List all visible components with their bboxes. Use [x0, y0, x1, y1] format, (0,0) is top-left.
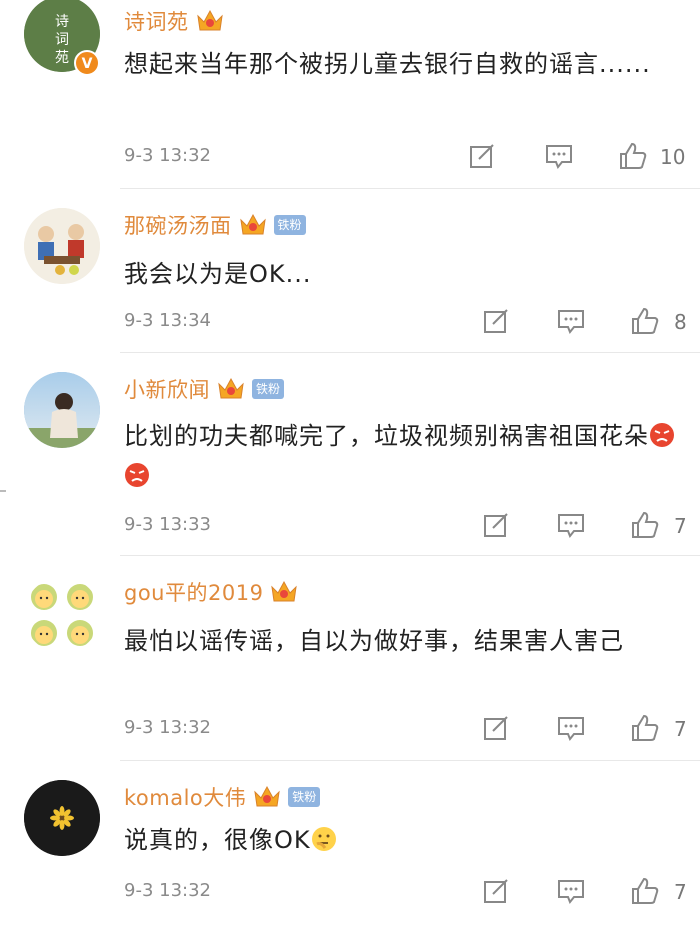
angry-emoji-icon — [650, 423, 674, 447]
like-count: 7 — [674, 717, 687, 741]
thinking-emoji-icon — [311, 827, 336, 851]
comment-time: 9-3 13:34 — [124, 310, 211, 331]
like-icon[interactable] — [630, 876, 660, 906]
comment-text: 说真的，很像OK — [124, 820, 684, 860]
avatar[interactable] — [24, 780, 100, 856]
crown-badge-icon — [239, 213, 266, 235]
comment-time: 9-3 13:32 — [124, 717, 211, 738]
comment-header: gou平的2019 — [124, 577, 299, 607]
verified-icon: V — [74, 50, 100, 76]
comment-text: 我会以为是OK... — [124, 260, 312, 288]
divider — [120, 555, 700, 556]
username[interactable]: gou平的2019 — [124, 577, 263, 607]
comment-actions: 9-3 13:32 10 — [124, 141, 700, 171]
comment-header: komalo大伟 铁粉 — [124, 782, 321, 812]
crown-badge-icon — [271, 580, 298, 602]
avatar[interactable] — [24, 577, 100, 653]
svg-text:苑: 苑 — [55, 50, 69, 66]
comment-text: 最怕以谣传谣，自以为做好事，结果害人害己 — [124, 627, 624, 655]
divider — [120, 760, 700, 761]
fan-badge: 铁粉 — [288, 787, 321, 807]
reply-icon[interactable] — [556, 306, 586, 336]
comment-time: 9-3 13:32 — [124, 880, 211, 901]
fan-badge: 铁粉 — [252, 379, 285, 399]
like-count: 7 — [674, 514, 687, 538]
username[interactable]: 诗词苑 — [124, 6, 189, 36]
comment-time: 9-3 13:32 — [124, 145, 211, 166]
comment-header: 诗词苑 — [124, 6, 225, 36]
svg-text:词: 词 — [55, 32, 69, 48]
username[interactable]: 那碗汤汤面 — [124, 210, 232, 240]
comment-actions: 9-3 13:32 7 — [124, 876, 700, 906]
divider — [120, 352, 700, 353]
divider — [120, 188, 700, 189]
like-icon[interactable] — [630, 510, 660, 540]
comment-time: 9-3 13:33 — [124, 514, 211, 535]
svg-text:V: V — [82, 56, 93, 72]
comment-actions: 9-3 13:34 8 — [124, 306, 700, 336]
repost-icon[interactable] — [467, 141, 497, 171]
like-count: 8 — [674, 310, 687, 334]
reply-icon[interactable] — [556, 510, 586, 540]
fan-badge: 铁粉 — [273, 215, 306, 235]
comment-actions: 9-3 13:32 7 — [124, 713, 700, 743]
comment-text: 比划的功夫都喊完了，垃圾视频别祸害祖国花朵 — [124, 416, 684, 496]
like-icon[interactable] — [630, 306, 660, 336]
svg-text:诗: 诗 — [55, 14, 69, 30]
reply-icon[interactable] — [556, 713, 586, 743]
like-icon[interactable] — [618, 141, 648, 171]
username[interactable]: komalo大伟 — [124, 782, 246, 812]
comment-header: 小新欣闻 铁粉 — [124, 374, 285, 404]
crown-badge-icon — [218, 377, 244, 399]
username[interactable]: 小新欣闻 — [124, 374, 210, 404]
like-count: 7 — [674, 880, 687, 904]
comment-actions: 9-3 13:33 7 — [124, 510, 700, 540]
repost-icon[interactable] — [481, 510, 511, 540]
repost-icon[interactable] — [481, 713, 511, 743]
repost-icon[interactable] — [481, 876, 511, 906]
edge-mark — [0, 490, 6, 492]
comment-text-body: 比划的功夫都喊完了，垃圾视频别祸害祖国花朵 — [124, 422, 649, 450]
avatar[interactable] — [24, 208, 100, 284]
avatar[interactable] — [24, 372, 100, 448]
angry-emoji-icon — [125, 463, 149, 487]
like-count: 10 — [660, 145, 686, 169]
repost-icon[interactable] — [481, 306, 511, 336]
comment-header: 那碗汤汤面 铁粉 — [124, 210, 306, 240]
comment-text-body: 说真的，很像OK — [124, 826, 311, 854]
comment-text: 想起来当年那个被拐儿童去银行自救的谣言...... — [124, 50, 651, 78]
reply-icon[interactable] — [544, 141, 574, 171]
reply-icon[interactable] — [556, 876, 586, 906]
like-icon[interactable] — [630, 713, 660, 743]
crown-badge-icon — [254, 785, 280, 807]
crown-badge-icon — [196, 9, 223, 31]
